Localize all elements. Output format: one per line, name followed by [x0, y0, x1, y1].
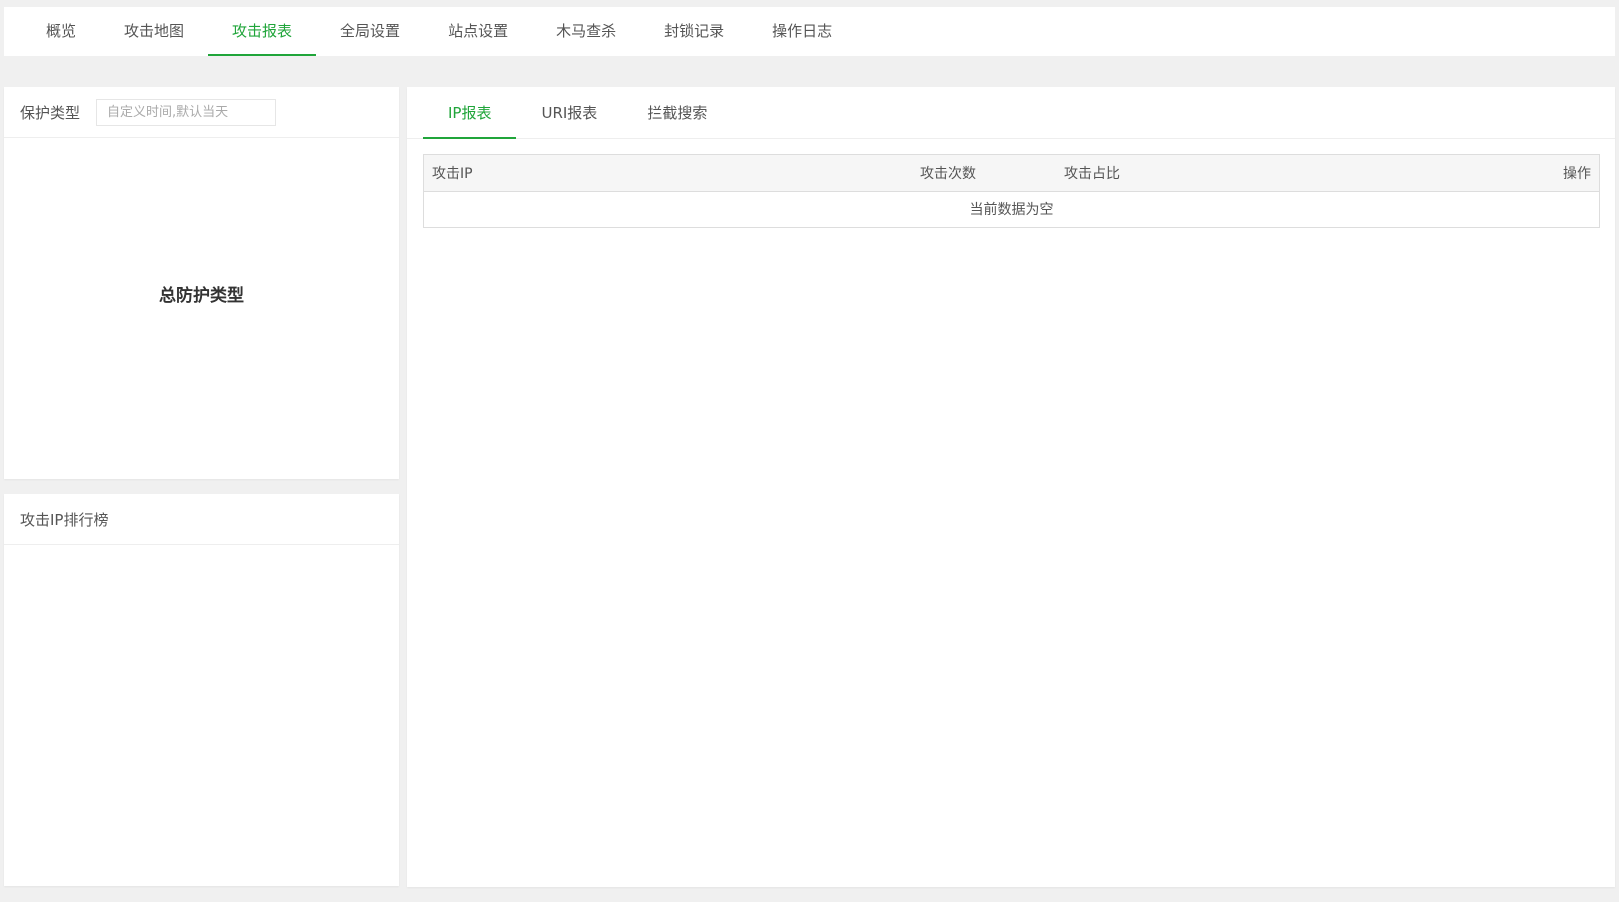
attack-ip-ranking-header: 攻击IP排行榜: [4, 494, 399, 545]
table-row: 当前数据为空: [424, 191, 1599, 227]
nav-tab-attack-report[interactable]: 攻击报表: [208, 7, 317, 56]
column-header-operation: 操作: [1455, 155, 1599, 192]
column-header-attack-count[interactable]: 攻击次数: [844, 155, 984, 192]
tab-uri-report[interactable]: URI报表: [516, 87, 622, 138]
report-panel: IP报表 URI报表 拦截搜索 攻击IP 攻击次数 攻击占比 操作 当前数据为空: [407, 87, 1615, 887]
protection-type-header: 保护类型: [4, 87, 399, 138]
attack-ip-ranking-title: 攻击IP排行榜: [20, 510, 109, 529]
nav-tab-operation-log[interactable]: 操作日志: [748, 7, 856, 56]
tab-ip-report[interactable]: IP报表: [423, 87, 517, 139]
protection-chart-title: 总防护类型: [159, 286, 244, 306]
tab-intercept-search[interactable]: 拦截搜索: [622, 87, 732, 138]
protection-chart-area: 总防护类型: [4, 138, 399, 479]
nav-tab-global-settings[interactable]: 全局设置: [316, 7, 424, 56]
column-header-attack-ratio[interactable]: 攻击占比: [984, 155, 1456, 192]
date-range-input[interactable]: [96, 98, 277, 126]
ip-report-table-wrap: 攻击IP 攻击次数 攻击占比 操作 当前数据为空: [423, 154, 1600, 228]
report-tabs: IP报表 URI报表 拦截搜索: [407, 87, 1615, 139]
nav-tab-trojan-scan[interactable]: 木马查杀: [532, 7, 640, 56]
protection-type-title: 保护类型: [20, 103, 81, 122]
top-nav: 概览 攻击地图 攻击报表 全局设置 站点设置 木马查杀 封锁记录 操作日志: [4, 7, 1615, 56]
nav-tab-attack-map[interactable]: 攻击地图: [100, 7, 208, 56]
protection-type-panel: 保护类型 总防护类型: [4, 87, 399, 479]
nav-tab-block-records[interactable]: 封锁记录: [640, 7, 748, 56]
empty-data-message: 当前数据为空: [969, 202, 1054, 219]
nav-tab-site-settings[interactable]: 站点设置: [424, 7, 532, 56]
ip-report-table: 攻击IP 攻击次数 攻击占比 操作 当前数据为空: [424, 155, 1599, 227]
column-header-attack-ip[interactable]: 攻击IP: [424, 155, 844, 192]
nav-tab-overview[interactable]: 概览: [22, 7, 100, 56]
attack-ip-ranking-body: [4, 545, 399, 886]
attack-ip-ranking-panel: 攻击IP排行榜: [4, 494, 399, 886]
table-header-row: 攻击IP 攻击次数 攻击占比 操作: [424, 155, 1599, 192]
